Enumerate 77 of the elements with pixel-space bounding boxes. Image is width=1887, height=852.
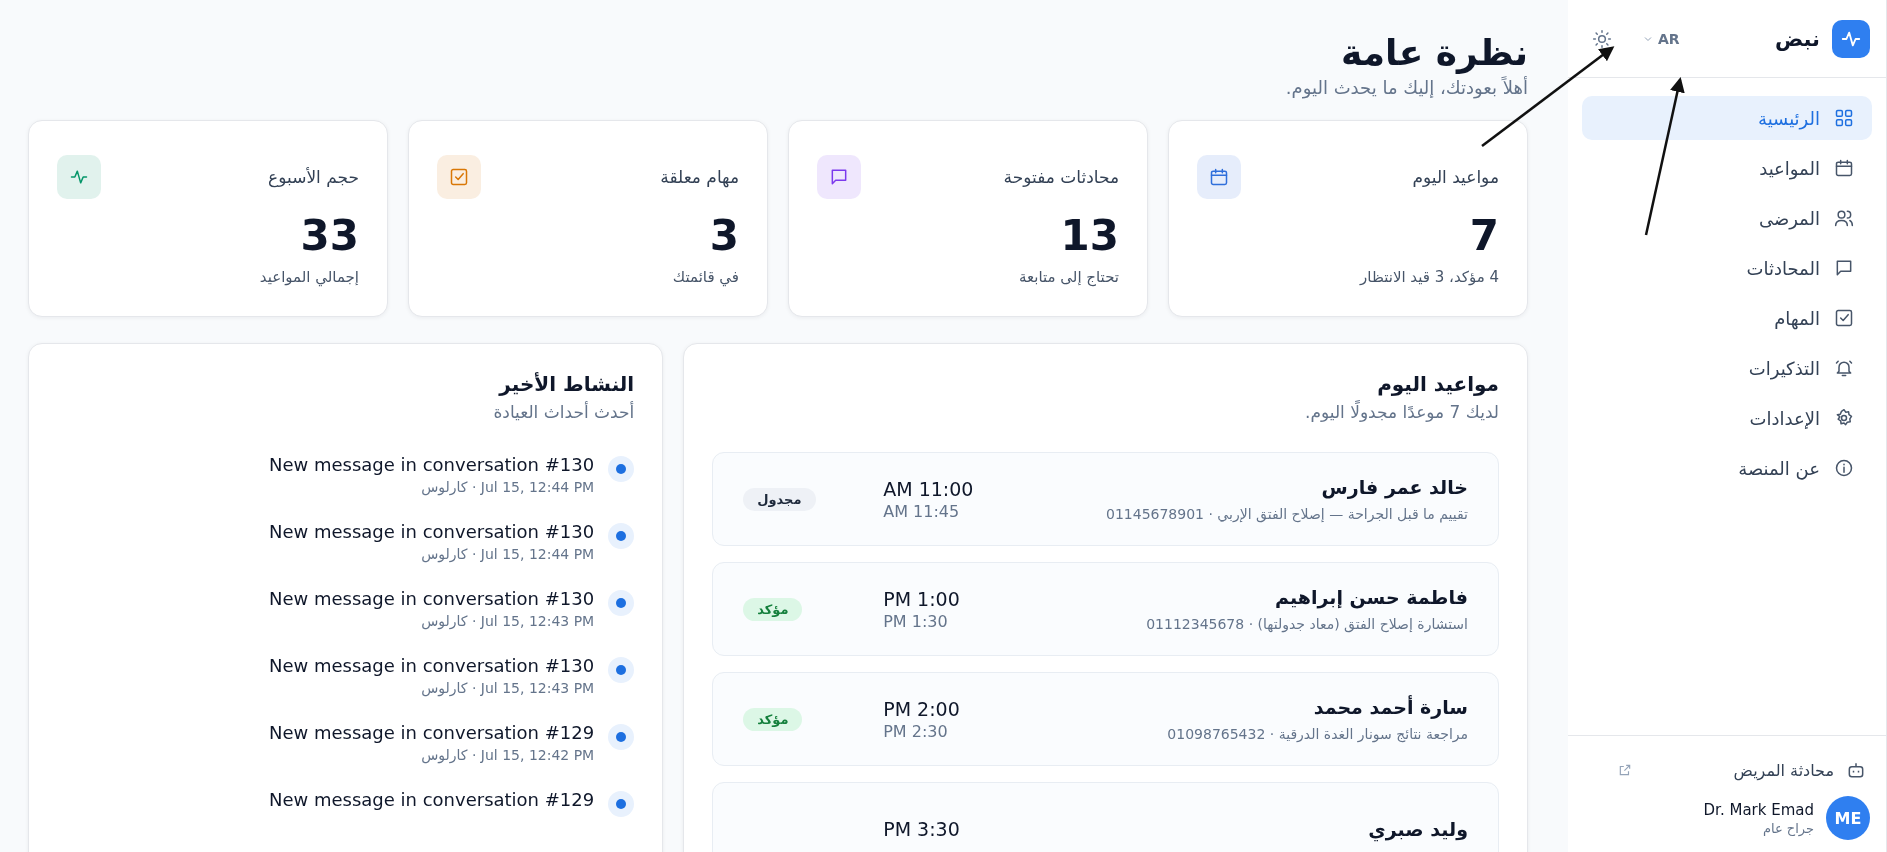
appointment-details: مراجعة نتائج سونار الغدة الدرقية · 01098765432 bbox=[1166, 726, 1468, 742]
robot-icon bbox=[1846, 760, 1866, 780]
start-time: PM 3:30 bbox=[883, 818, 961, 840]
end-time: AM 11:45 bbox=[883, 501, 961, 521]
grid-icon bbox=[1834, 108, 1854, 128]
stat-caption: إجمالي المواعيد bbox=[258, 268, 359, 286]
info-icon bbox=[1834, 458, 1854, 478]
appointment-details: استشارة إصلاح الفتق (معاد جدولتها) · 01112345678 bbox=[1145, 616, 1468, 632]
external-link-icon bbox=[1618, 763, 1632, 777]
stat-value: 7 bbox=[1468, 211, 1499, 260]
activity-dot-icon bbox=[608, 724, 635, 750]
patient-name: سارة أحمد محمد bbox=[1312, 696, 1468, 718]
stat-caption: تحتاج إلى متابعة bbox=[1018, 268, 1119, 286]
end-time: PM 2:30 bbox=[883, 721, 949, 741]
stat-label: محادثات مفتوحة bbox=[1003, 167, 1119, 187]
nav-item[interactable]: الرئيسية bbox=[1582, 96, 1872, 140]
patient-name: خالد عمر فارس bbox=[1320, 476, 1468, 498]
activity-title: New message in conversation #130 bbox=[268, 454, 595, 475]
stat-label: مواعيد اليوم bbox=[1412, 167, 1499, 187]
activity-dot-icon bbox=[608, 791, 635, 817]
activity-title: New message in conversation #129 bbox=[268, 789, 595, 810]
nav-item[interactable]: عن المنصة bbox=[1582, 446, 1872, 490]
nav-item[interactable]: الإعدادات bbox=[1582, 396, 1872, 440]
activity-meta: Jul 15, 12:44 PM · كارلوس bbox=[420, 546, 595, 562]
nav-item[interactable]: المواعيد bbox=[1582, 146, 1872, 190]
stat-label: حجم الأسبوع bbox=[268, 167, 359, 187]
nav-item[interactable]: المهام bbox=[1582, 296, 1872, 340]
stat-label: مهام معلقة bbox=[660, 167, 739, 187]
patient-name: وليد صبري bbox=[1367, 818, 1468, 840]
brand-name: نبض bbox=[1774, 26, 1820, 51]
activity-dot-icon bbox=[608, 590, 635, 616]
activity-title: New message in conversation #130 bbox=[268, 521, 595, 542]
activity-dot-icon bbox=[608, 523, 635, 549]
end-time: PM 1:30 bbox=[883, 611, 949, 631]
panel-subtitle: أحدث أحداث العيادة bbox=[492, 402, 635, 422]
activity-meta: Jul 15, 12:43 PM · كارلوس bbox=[420, 613, 595, 629]
activity-meta: Jul 15, 12:42 PM · كارلوس bbox=[420, 747, 595, 763]
stat-value: 33 bbox=[299, 211, 359, 260]
user-name: Dr. Mark Emad bbox=[1703, 800, 1814, 819]
activity-meta: Jul 15, 12:43 PM · كارلوس bbox=[420, 680, 595, 696]
calendar-icon bbox=[1834, 158, 1854, 178]
status-badge: مؤكد bbox=[743, 597, 803, 621]
checkbox-icon bbox=[1834, 308, 1854, 328]
stat-caption: في قائمتك bbox=[671, 268, 739, 286]
panel-title: مواعيد اليوم bbox=[1376, 372, 1499, 396]
nav-item[interactable]: المحادثات bbox=[1582, 246, 1872, 290]
status-badge: مجدول bbox=[743, 487, 816, 511]
activity-dot-icon bbox=[608, 657, 635, 683]
appointment-details: تقييم ما قبل الجراحة — إصلاح الفتق الإربي · 01145678901 bbox=[1105, 506, 1468, 522]
start-time: PM 2:00 bbox=[883, 697, 961, 720]
settings-icon bbox=[1834, 408, 1854, 428]
activity-title: New message in conversation #130 bbox=[268, 655, 595, 676]
patient-chat-link[interactable]: محادثة المريض bbox=[1584, 760, 1870, 780]
chat-icon bbox=[1834, 258, 1854, 278]
user-role: جراح عام bbox=[1761, 820, 1814, 836]
panel-subtitle: لديك 7 موعدًا مجدولًا اليوم. bbox=[1304, 402, 1499, 422]
panel-title: النشاط الأخير bbox=[497, 372, 635, 396]
sun-icon[interactable] bbox=[1592, 28, 1612, 49]
stat-value: 3 bbox=[708, 211, 739, 260]
language-selector[interactable]: AR bbox=[1642, 30, 1680, 47]
patient-name: فاطمة حسن إبراهيم bbox=[1274, 586, 1468, 608]
start-time: AM 11:00 bbox=[883, 477, 975, 500]
stat-caption: 4 مؤكد، 3 قيد الانتظار bbox=[1358, 268, 1499, 286]
logo-icon bbox=[1832, 19, 1870, 58]
status-badge: مؤكد bbox=[743, 707, 803, 731]
stat-value: 13 bbox=[1059, 211, 1119, 260]
activity-dot-icon bbox=[608, 456, 635, 482]
nav-item[interactable]: المرضى bbox=[1582, 196, 1872, 240]
activity-meta: Jul 15, 12:44 PM · كارلوس bbox=[420, 479, 595, 495]
users-icon bbox=[1834, 208, 1854, 228]
nav-item[interactable]: التذكيرات bbox=[1582, 346, 1872, 390]
activity-title: New message in conversation #130 bbox=[268, 588, 595, 609]
bell-icon bbox=[1834, 358, 1854, 378]
page-subtitle: أهلاً بعودتك، إليك ما يحدث اليوم. bbox=[1284, 77, 1528, 98]
activity-title: New message in conversation #129 bbox=[268, 722, 595, 743]
start-time: PM 1:00 bbox=[883, 587, 961, 610]
user-avatar: ME bbox=[1826, 796, 1870, 840]
